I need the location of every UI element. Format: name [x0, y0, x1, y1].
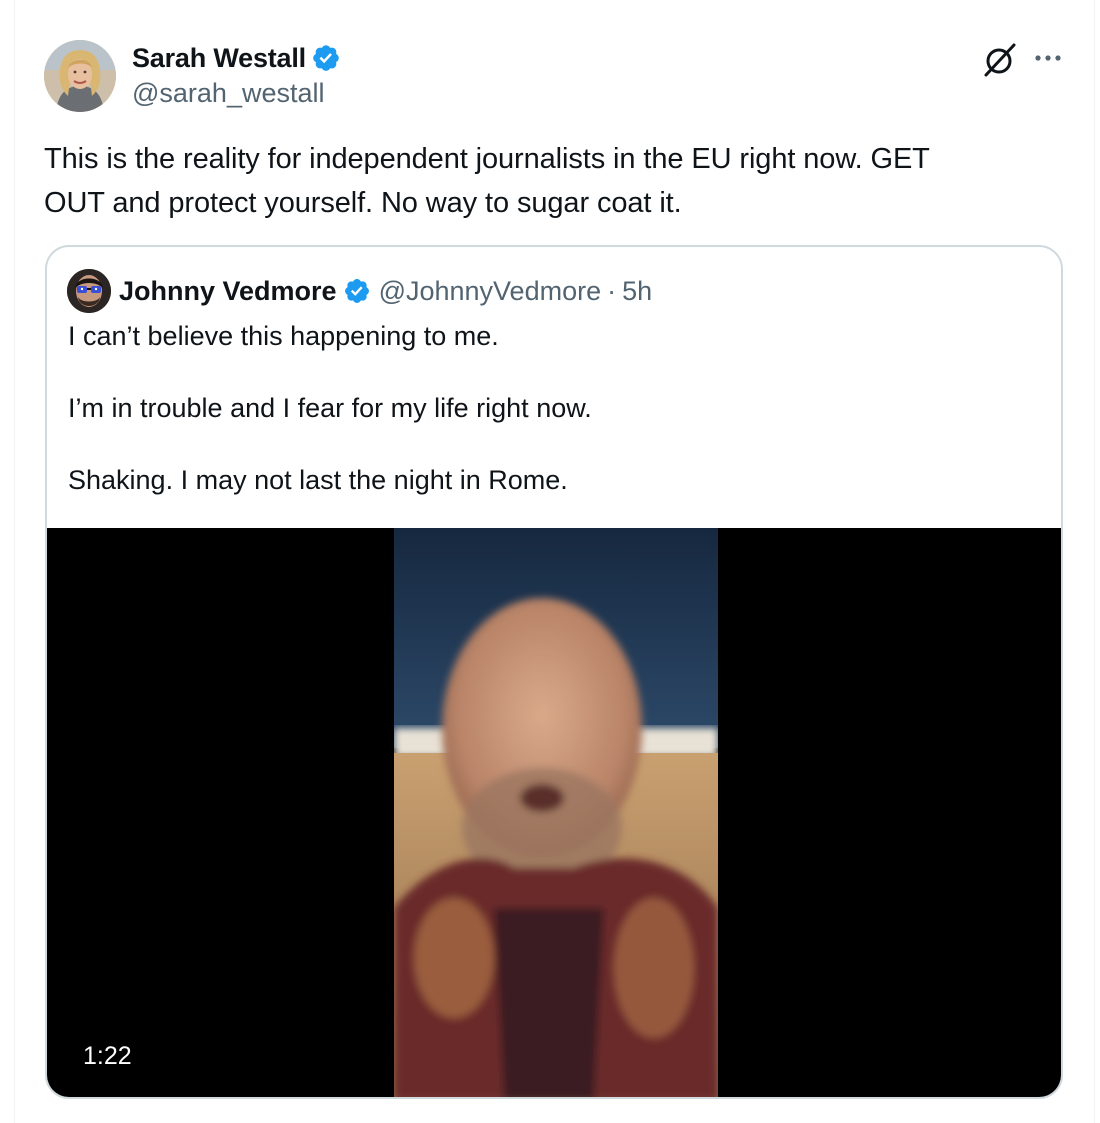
- quoted-text-line: I can’t believe this happening to me.: [68, 321, 499, 351]
- column-border-left: [14, 0, 15, 1123]
- column-border-right: [1094, 0, 1095, 1123]
- tweet-text-line: OUT and protect yourself. No way to suga…: [44, 187, 682, 219]
- quoted-text-line: Shaking. I may not last the night in Rom…: [68, 465, 568, 495]
- grok-icon[interactable]: [980, 40, 1018, 78]
- video-thumbnail[interactable]: [394, 528, 718, 1097]
- quoted-author-handle[interactable]: @JohnnyVedmore: [379, 276, 602, 307]
- separator-dot: ·: [607, 275, 617, 306]
- verified-badge-icon: [343, 277, 371, 305]
- video-duration: 1:22: [83, 1042, 132, 1070]
- quoted-timestamp[interactable]: 5h: [622, 276, 652, 307]
- quoted-text-line: I’m in trouble and I fear for my life ri…: [68, 393, 592, 423]
- tweet-page: Sarah Westall @sarah_westall This is the…: [0, 0, 1100, 1123]
- tweet-text: This is the reality for independent jour…: [44, 137, 1054, 225]
- quoted-tweet-header: Johnny Vedmore @JohnnyVedmore · 5h: [67, 269, 652, 313]
- quoted-tweet-card[interactable]: Johnny Vedmore @JohnnyVedmore · 5h I can…: [45, 245, 1063, 1099]
- video-player[interactable]: 1:22: [47, 528, 1061, 1097]
- author-name[interactable]: Sarah Westall: [132, 43, 306, 74]
- previous-item-edge: [150, 0, 230, 4]
- quoted-author-name[interactable]: Johnny Vedmore: [119, 276, 337, 307]
- more-icon[interactable]: [1030, 42, 1066, 78]
- author-name-row[interactable]: Sarah Westall: [132, 42, 341, 74]
- author-handle[interactable]: @sarah_westall: [132, 78, 325, 109]
- verified-badge-icon: [311, 43, 341, 73]
- tweet-text-line: This is the reality for independent jour…: [44, 143, 930, 175]
- quoted-author-avatar[interactable]: [67, 269, 111, 313]
- author-avatar[interactable]: [44, 40, 116, 112]
